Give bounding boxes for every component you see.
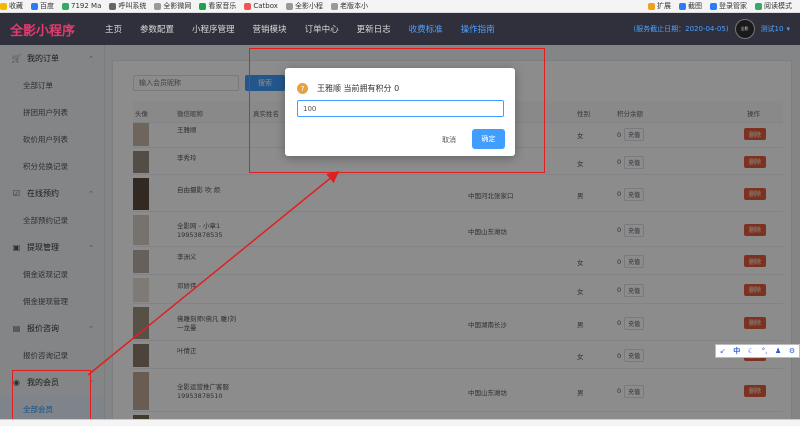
bookmark-item[interactable]: 收藏: [0, 1, 23, 11]
app-header: 全影小程序 主页 参数配置 小程序管理 营销模块 订单中心 更新日志 收费标准 …: [0, 13, 800, 45]
screenshot-label: 截图: [688, 2, 702, 10]
nav-miniprogram[interactable]: 小程序管理: [192, 23, 235, 35]
bookmark-label: 全影微网: [163, 2, 192, 10]
chevron-down-icon[interactable]: ▾: [786, 25, 790, 33]
bookmark-item[interactable]: 看家音乐: [199, 1, 236, 11]
person-icon[interactable]: ♟: [775, 347, 781, 355]
bookmark-label: Catbox: [253, 2, 278, 10]
punct-icon[interactable]: °,: [762, 347, 768, 355]
bookmark-label: 全影小程: [294, 2, 323, 10]
bookmark-item[interactable]: 全影小程: [285, 1, 323, 11]
expand-icon[interactable]: ↙: [720, 347, 726, 355]
status-bar: [0, 419, 800, 426]
bookmark-label: 呼叫系统: [118, 2, 147, 10]
bookmark-label: 看家音乐: [208, 2, 237, 10]
nav-params[interactable]: 参数配置: [140, 23, 174, 35]
extensions-button[interactable]: 扩展: [648, 1, 671, 11]
bookmark-item[interactable]: 全影微网: [154, 1, 191, 11]
avatar[interactable]: 全影: [734, 19, 755, 39]
expiry-date: (服务截止日期：2020-04-05): [633, 25, 729, 33]
gear-icon[interactable]: ⚙: [789, 347, 795, 355]
bookmark-item[interactable]: 呼叫系统: [109, 1, 146, 11]
bookmark-label: 7192 Ma: [71, 2, 102, 10]
top-nav: 主页 参数配置 小程序管理 营销模块 订单中心 更新日志 收费标准 操作指南: [105, 23, 513, 35]
bookmark-label: 收藏: [9, 2, 23, 10]
nav-guide[interactable]: 操作指南: [461, 23, 495, 35]
reading-mode-label: 阅读模式: [764, 2, 792, 10]
nav-changelog[interactable]: 更新日志: [357, 23, 391, 35]
login-manager-button[interactable]: 登录管家: [710, 1, 747, 11]
nav-marketing[interactable]: 营销模块: [253, 23, 287, 35]
moon-icon[interactable]: ☾: [748, 347, 754, 355]
account-area: (服务截止日期：2020-04-05) 全影 测试10 ▾: [633, 19, 800, 39]
bookmark-item[interactable]: Catbox: [244, 2, 278, 10]
reading-mode-button[interactable]: 阅读模式: [755, 1, 792, 11]
nav-orders[interactable]: 订单中心: [305, 23, 339, 35]
ime-lang[interactable]: 中: [733, 346, 740, 356]
bookmark-bar: 收藏 百度 7192 Ma 呼叫系统 全影微网 看家音乐 Catbox 全影小程…: [0, 0, 800, 13]
nav-home[interactable]: 主页: [105, 23, 122, 35]
extensions-label: 扩展: [657, 2, 671, 10]
bookmark-item[interactable]: 老版本小: [330, 1, 368, 11]
bookmark-label: 老版本小: [339, 2, 368, 10]
bookmark-item[interactable]: 7192 Ma: [62, 2, 101, 10]
nav-pricing[interactable]: 收费标准: [409, 23, 443, 35]
ime-toolbar[interactable]: ↙ 中 ☾ °, ♟ ⚙: [715, 344, 800, 358]
bookmark-label: 百度: [40, 2, 54, 10]
user-menu[interactable]: 测试10: [761, 24, 784, 34]
highlight-box-dialog: [249, 48, 545, 173]
bookmark-item[interactable]: 百度: [31, 1, 54, 11]
login-manager-label: 登录管家: [719, 2, 747, 10]
logo[interactable]: 全影小程序: [0, 20, 105, 39]
screenshot-button[interactable]: 截图: [679, 1, 702, 11]
highlight-box-members: [12, 370, 91, 421]
